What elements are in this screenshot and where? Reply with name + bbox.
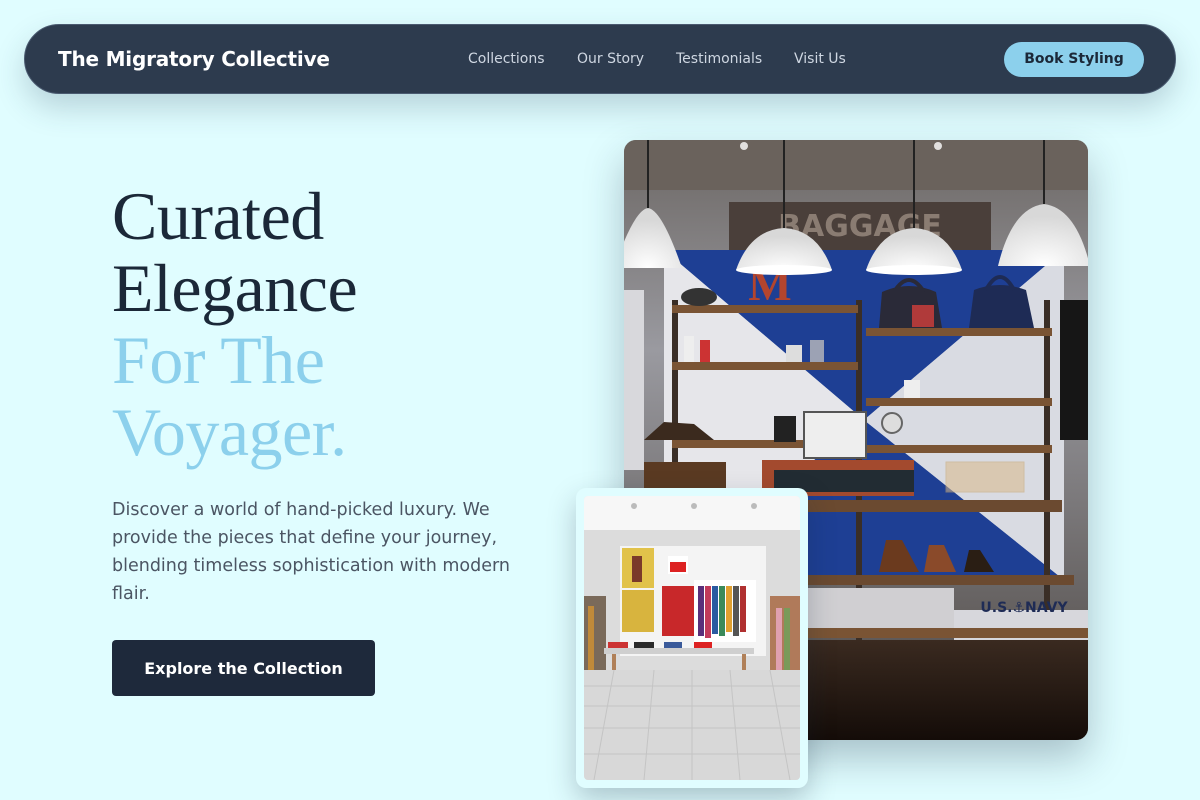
hero-headline: Curated Elegance For The Voyager. [112, 178, 358, 470]
nav-link-collections[interactable]: Collections [468, 51, 545, 67]
headline-accent-line: For The [112, 322, 325, 398]
brand-logo[interactable]: The Migratory Collective [58, 47, 330, 71]
navy-shirt-text: U.S.⚓NAVY [980, 600, 1068, 616]
white-store-interior-image [584, 496, 800, 780]
headline-line: Curated [112, 178, 324, 254]
explore-collection-button[interactable]: Explore the Collection [112, 640, 375, 696]
nav-link-testimonials[interactable]: Testimonials [676, 51, 762, 67]
headline-line: Elegance [112, 250, 358, 326]
nav-link-visit-us[interactable]: Visit Us [794, 51, 846, 67]
store-photo-secondary [576, 488, 808, 788]
hero-description: Discover a world of hand-picked luxury. … [112, 500, 510, 604]
book-styling-button[interactable]: Book Styling [1004, 42, 1144, 77]
nav-link-our-story[interactable]: Our Story [577, 51, 644, 67]
headline-accent-line: Voyager. [112, 394, 347, 470]
navbar: The Migratory Collective Collections Our… [24, 24, 1176, 94]
